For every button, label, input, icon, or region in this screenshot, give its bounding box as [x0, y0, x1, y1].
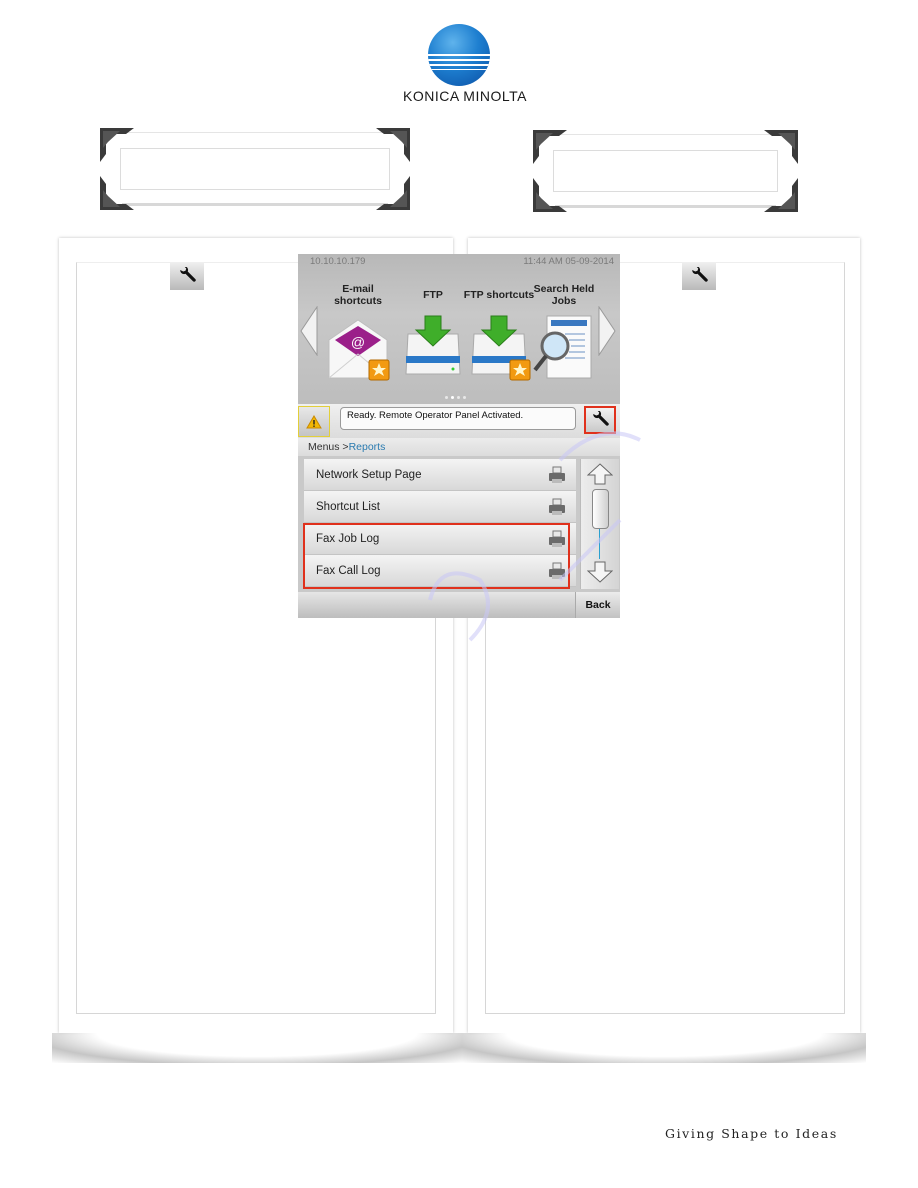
status-message: Ready. Remote Operator Panel Activated.: [340, 407, 576, 430]
list-scrollbar[interactable]: [580, 459, 619, 589]
app-search-held-jobs[interactable]: Search Held Jobs: [526, 282, 602, 382]
wrench-icon: [593, 411, 609, 426]
ftp-drive-icon: [464, 312, 534, 382]
brand-name: KONICA MINOLTA: [403, 88, 527, 104]
frame-corner-icon: [764, 178, 798, 212]
home-screen: 10.10.10.179 11:44 AM 05-09-2014 E-mail …: [298, 254, 620, 404]
left-panel-shadow: [52, 1033, 462, 1063]
app-ftp[interactable]: FTP: [395, 282, 471, 382]
arrow-up-icon: [586, 463, 614, 485]
ip-address: 10.10.10.179: [310, 256, 366, 267]
printer-icon: [549, 466, 565, 483]
menu-item-shortcut-list[interactable]: Shortcut List: [304, 491, 576, 523]
page-indicator: [445, 396, 466, 399]
previous-page-arrow[interactable]: [300, 305, 318, 357]
arrow-left-icon: [300, 305, 318, 357]
settings-wrench-button[interactable]: [584, 406, 616, 434]
frame-corner-icon: [533, 178, 567, 212]
scroll-down-button[interactable]: [586, 561, 614, 583]
menu-item-fax-job-log[interactable]: Fax Job Log: [304, 523, 576, 555]
frame-corner-icon: [376, 128, 410, 162]
frame-corner-icon: [100, 176, 134, 210]
konica-minolta-logo: KONICA MINOLTA: [400, 20, 530, 104]
title-frame-right: [533, 130, 798, 212]
breadcrumb-current: Reports: [348, 441, 386, 453]
back-button[interactable]: Back: [575, 592, 620, 618]
logo-globe-icon: [428, 24, 490, 86]
warning-button[interactable]: [298, 406, 330, 437]
left-panel-wrench-button: [170, 262, 204, 290]
reports-menu-list: Network Setup Page Shortcut List Fax Job…: [304, 459, 576, 587]
bottom-bar: Back: [298, 592, 620, 618]
menu-item-label: Shortcut List: [316, 501, 380, 513]
scroll-up-button[interactable]: [586, 463, 614, 485]
printer-control-panel-screen: 10.10.10.179 11:44 AM 05-09-2014 E-mail …: [298, 254, 620, 618]
wrench-icon: [180, 267, 196, 282]
warning-icon: [306, 414, 322, 428]
printer-icon: [549, 498, 565, 515]
menu-item-label: Fax Call Log: [316, 565, 381, 577]
right-panel-wrench-button: [682, 262, 716, 290]
printer-icon: [549, 530, 565, 547]
search-document-icon: [529, 312, 599, 382]
arrow-down-icon: [586, 561, 614, 583]
email-envelope-icon: @: [323, 312, 393, 382]
right-panel-shadow: [462, 1033, 866, 1063]
printer-icon: [549, 562, 565, 579]
frame-corner-icon: [764, 130, 798, 164]
title-frame-left: [100, 128, 410, 210]
frame-corner-icon: [100, 128, 134, 162]
frame-corner-icon: [533, 130, 567, 164]
menu-item-label: Fax Job Log: [316, 533, 380, 545]
brand-tagline: Giving Shape to Ideas: [665, 1126, 838, 1141]
breadcrumb: Menus >Reports: [298, 438, 620, 456]
app-label: Search Held Jobs: [533, 283, 595, 307]
breadcrumb-parent[interactable]: Menus >: [308, 441, 349, 453]
ftp-drive-icon: [398, 312, 468, 382]
scroll-thumb[interactable]: [592, 489, 609, 529]
svg-text:@: @: [351, 334, 365, 350]
menu-item-label: Network Setup Page: [316, 469, 422, 481]
app-email-shortcuts[interactable]: E-mail shortcuts @: [320, 282, 396, 382]
app-label: E-mail shortcuts: [334, 283, 382, 307]
wrench-icon: [692, 267, 708, 282]
app-label: FTP: [423, 289, 443, 301]
menu-item-fax-call-log[interactable]: Fax Call Log: [304, 555, 576, 587]
status-bar: Ready. Remote Operator Panel Activated.: [298, 404, 620, 438]
frame-corner-icon: [376, 176, 410, 210]
date-time: 11:44 AM 05-09-2014: [523, 256, 614, 267]
menu-item-network-setup-page[interactable]: Network Setup Page: [304, 459, 576, 491]
